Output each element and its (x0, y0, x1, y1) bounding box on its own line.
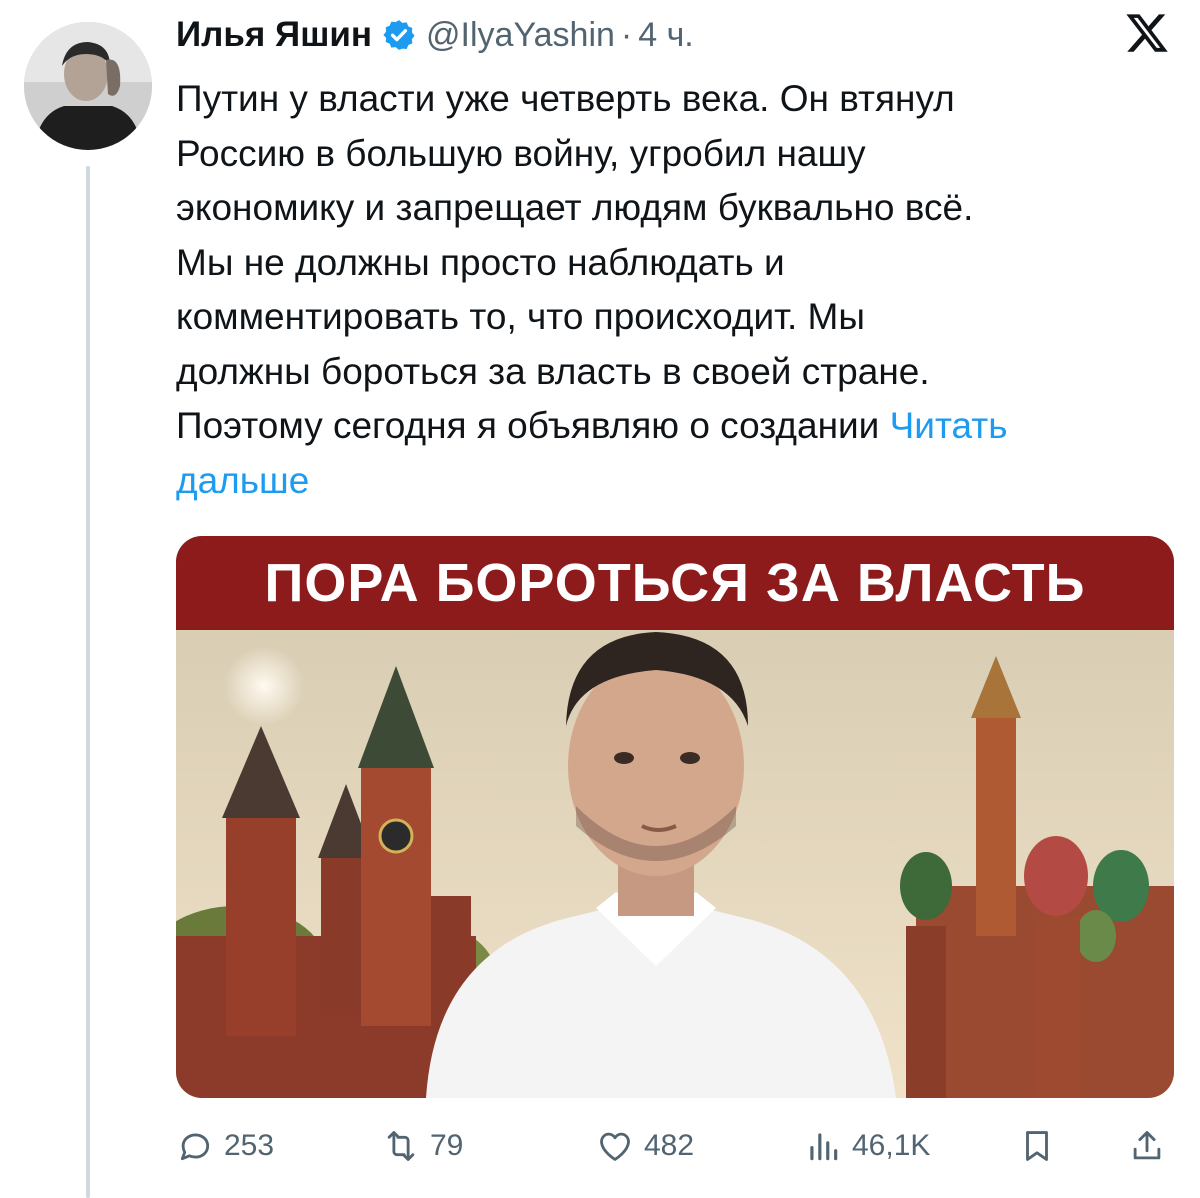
avatar[interactable] (24, 22, 152, 150)
tweet-header: Илья Яшин @IlyaYashin · 4 ч. (176, 10, 694, 60)
repost-count: 79 (430, 1129, 464, 1162)
reply-button[interactable]: 253 (176, 1118, 274, 1174)
verified-badge-icon (383, 20, 415, 50)
views-icon (810, 1133, 838, 1161)
repost-button[interactable]: 79 (382, 1118, 463, 1174)
bookmark-button[interactable] (1018, 1118, 1056, 1174)
views-count: 46,1K (852, 1129, 931, 1162)
tweet-actions: 253 79 482 46,1K (176, 1118, 1176, 1174)
like-icon (600, 1132, 630, 1161)
bookmark-icon (1026, 1131, 1048, 1161)
like-count: 482 (644, 1129, 695, 1162)
author-handle[interactable]: @IlyaYashin (426, 16, 615, 55)
thread-line (86, 166, 90, 1198)
tweet-text: Путин у власти уже четверть века. Он втя… (176, 72, 1186, 508)
tweet-image[interactable]: ПОРА БОРОТЬСЯ ЗА ВЛАСТЬ (176, 536, 1174, 1098)
separator-dot: · (620, 15, 633, 54)
views-button[interactable]: 46,1K (804, 1118, 930, 1174)
reply-count: 253 (224, 1129, 275, 1162)
profile-photo (24, 22, 152, 150)
image-banner: ПОРА БОРОТЬСЯ ЗА ВЛАСТЬ (176, 536, 1174, 630)
repost-icon (387, 1131, 415, 1161)
tweet-body: Путин у власти уже четверть века. Он втя… (176, 78, 974, 446)
x-logo-icon (1126, 14, 1168, 52)
reply-icon (180, 1133, 210, 1161)
timestamp[interactable]: 4 ч. (638, 16, 694, 55)
share-icon (1133, 1131, 1161, 1160)
like-button[interactable]: 482 (596, 1118, 694, 1174)
author-name[interactable]: Илья Яшин (176, 15, 372, 55)
share-button[interactable] (1128, 1118, 1166, 1174)
